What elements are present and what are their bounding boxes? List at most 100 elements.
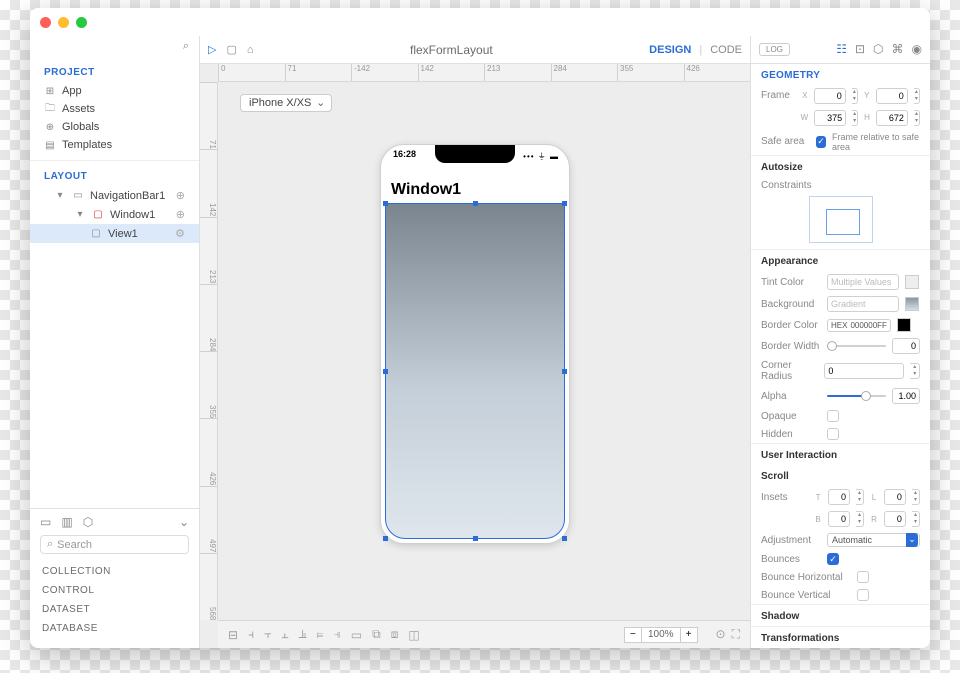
border-color-input[interactable]: HEX000000FF <box>827 319 891 332</box>
stack-icon[interactable]: ⧉ <box>372 627 381 642</box>
device-selector[interactable]: iPhone X/XS <box>240 94 332 112</box>
color-swatch[interactable] <box>897 318 911 332</box>
frame-w-input[interactable] <box>814 110 846 126</box>
inset-t-input[interactable] <box>828 489 850 505</box>
inset-r-input[interactable] <box>884 511 906 527</box>
border-width-slider[interactable] <box>827 345 886 347</box>
library-tab-device-icon[interactable]: ▭ <box>40 515 51 529</box>
library-tab-layout-icon[interactable]: ▥ <box>61 515 72 529</box>
sidebar-item-app[interactable]: ⊞App <box>30 82 199 100</box>
tab-design[interactable]: DESIGN <box>649 44 691 56</box>
stepper[interactable]: ▴▾ <box>914 88 920 104</box>
color-swatch[interactable] <box>905 275 919 289</box>
inspector-tab-geometry-icon[interactable]: ⬡ <box>873 42 883 56</box>
background-input[interactable] <box>827 296 899 312</box>
stepper[interactable]: ▴▾ <box>912 511 920 527</box>
gear-icon[interactable]: ⚙ <box>175 227 185 240</box>
archive-icon[interactable]: ⌂ <box>247 44 254 56</box>
bounces-checkbox[interactable]: ✓ <box>827 553 839 565</box>
selected-view[interactable] <box>385 203 565 539</box>
safe-area-checkbox[interactable]: ✓ <box>816 136 826 148</box>
category-collection[interactable]: COLLECTION <box>40 562 189 581</box>
adjustment-select[interactable]: Automatic <box>827 533 920 547</box>
add-icon[interactable]: ⊕ <box>176 208 185 221</box>
tree-item-navigationbar[interactable]: ▾▭NavigationBar1⊕ <box>30 186 199 205</box>
align-icon[interactable]: ⫢ <box>317 627 324 642</box>
tree-item-view[interactable]: ▢View1⚙ <box>30 224 199 243</box>
corner-radius-input[interactable] <box>824 363 904 379</box>
stepper[interactable]: ▴▾ <box>856 489 864 505</box>
tree-item-window[interactable]: ▾▢Window1⊕ <box>30 205 199 224</box>
add-icon[interactable]: ⊕ <box>176 189 185 202</box>
close-icon[interactable] <box>40 17 51 28</box>
stepper[interactable]: ▴▾ <box>914 110 920 126</box>
inset-l-input[interactable] <box>884 489 906 505</box>
align-icon[interactable]: ⫣ <box>334 627 341 642</box>
canvas[interactable]: 071-142142213284355426 71142213284355426… <box>200 64 750 648</box>
align-icon[interactable]: ⊟ <box>228 628 238 642</box>
frame-y-input[interactable] <box>876 88 908 104</box>
disclosure-icon[interactable]: ▾ <box>54 190 66 202</box>
frame-h-input[interactable] <box>876 110 908 126</box>
device-icon[interactable]: ▢ <box>226 43 236 56</box>
sidebar-item-assets[interactable]: 🗀Assets <box>30 100 199 118</box>
frame-x-input[interactable] <box>814 88 846 104</box>
search-icon[interactable]: ⌕ <box>183 40 189 53</box>
category-control[interactable]: CONTROL <box>40 581 189 600</box>
stack-icon[interactable]: ⧈ <box>391 627 399 642</box>
inspector-tab-view-icon[interactable]: ◉ <box>912 42 922 56</box>
category-dataset[interactable]: DATASET <box>40 600 189 619</box>
hidden-checkbox[interactable] <box>827 428 839 440</box>
resize-handle[interactable] <box>562 201 567 206</box>
fit-icon[interactable]: ⊙ <box>716 627 726 642</box>
zoom-icon[interactable] <box>76 17 87 28</box>
border-width-input[interactable] <box>892 338 920 354</box>
resize-handle[interactable] <box>473 201 478 206</box>
disclosure-icon[interactable]: ▾ <box>74 209 86 221</box>
minimize-icon[interactable] <box>58 17 69 28</box>
chevron-down-icon[interactable]: ⌄ <box>179 515 189 529</box>
tab-code[interactable]: CODE <box>710 44 742 56</box>
library-search[interactable]: ⌕Search <box>40 535 189 554</box>
resize-handle[interactable] <box>562 369 567 374</box>
window-icon: ▢ <box>92 209 104 221</box>
bounce-horizontal-checkbox[interactable] <box>857 571 869 583</box>
stepper[interactable]: ▴▾ <box>852 88 858 104</box>
log-button[interactable]: LOG <box>759 43 790 56</box>
align-icon[interactable]: ⫞ <box>248 627 254 642</box>
inspector-tab-attributes-icon[interactable]: ☷ <box>836 42 847 56</box>
resize-handle[interactable] <box>383 201 388 206</box>
stack-icon[interactable]: ▭ <box>351 628 362 642</box>
sidebar-item-templates[interactable]: ▤Templates <box>30 136 199 154</box>
expand-icon[interactable]: ⛶ <box>732 627 740 642</box>
align-icon[interactable]: ⫡ <box>299 627 307 642</box>
zoom-out-button[interactable]: − <box>624 627 642 643</box>
zoom-in-button[interactable]: + <box>680 627 698 643</box>
library-tab-3d-icon[interactable]: ⬡ <box>83 515 93 529</box>
stack-icon[interactable]: ◫ <box>408 628 419 642</box>
constraints-editor[interactable] <box>809 196 873 243</box>
tint-color-input[interactable] <box>827 274 899 290</box>
align-icon[interactable]: ⫠ <box>281 627 288 642</box>
stepper[interactable]: ▴▾ <box>852 110 858 126</box>
stepper[interactable]: ▴▾ <box>856 511 864 527</box>
opaque-checkbox[interactable] <box>827 410 839 422</box>
inspector-tab-layout-icon[interactable]: ⊡ <box>855 42 865 56</box>
device-preview[interactable]: 16:28 ••• ⏚ ▬ Window1 <box>380 144 570 544</box>
color-swatch[interactable] <box>905 297 919 311</box>
bounce-vertical-checkbox[interactable] <box>857 589 869 601</box>
inspector-tab-link-icon[interactable]: ⌘ <box>892 42 904 56</box>
resize-handle[interactable] <box>562 536 567 541</box>
sidebar-item-globals[interactable]: ⊕Globals <box>30 118 199 136</box>
category-database[interactable]: DATABASE <box>40 619 189 638</box>
stepper[interactable]: ▴▾ <box>912 489 920 505</box>
inset-b-input[interactable] <box>828 511 850 527</box>
stepper[interactable]: ▴▾ <box>910 363 920 379</box>
align-icon[interactable]: ⫟ <box>264 627 271 642</box>
resize-handle[interactable] <box>473 536 478 541</box>
resize-handle[interactable] <box>383 536 388 541</box>
resize-handle[interactable] <box>383 369 388 374</box>
play-icon[interactable]: ▷ <box>208 43 216 56</box>
alpha-slider[interactable] <box>827 395 886 397</box>
alpha-input[interactable] <box>892 388 920 404</box>
